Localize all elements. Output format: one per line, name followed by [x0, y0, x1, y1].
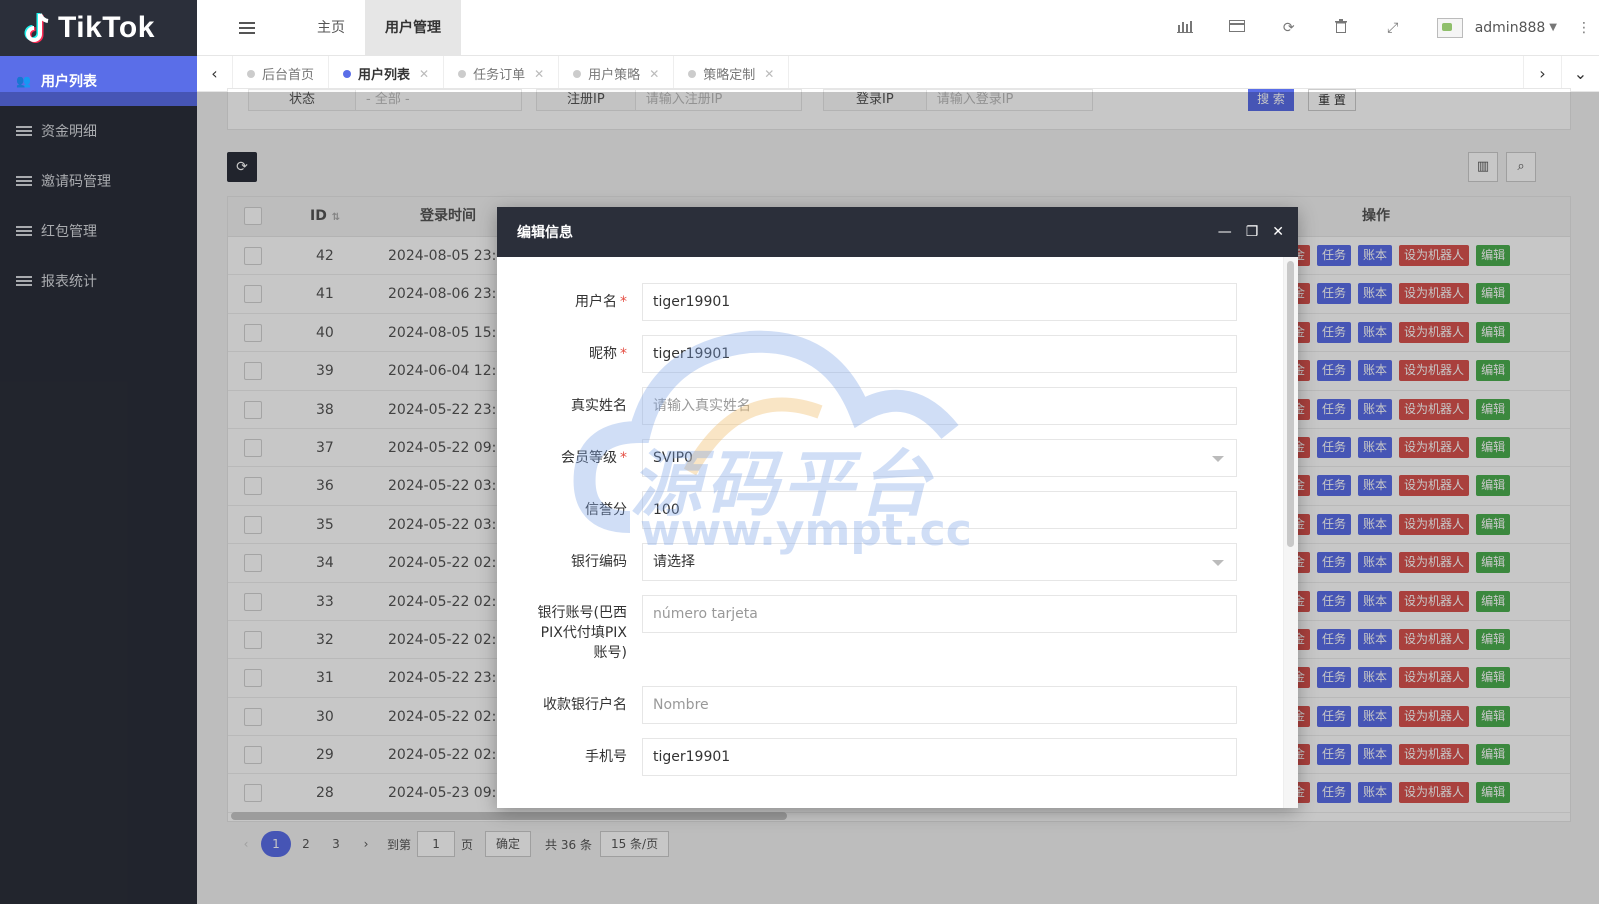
form-label: 手机号: [585, 749, 627, 765]
tab-dot-icon: [247, 69, 255, 78]
fullscreen-icon[interactable]: ⤢: [1367, 20, 1419, 36]
chevron-down-icon[interactable]: ▼: [1549, 22, 1557, 33]
form-label: 用户名 *: [575, 294, 627, 310]
form-label: 昵称 *: [589, 346, 627, 362]
minimize-icon[interactable]: —: [1218, 224, 1232, 240]
maximize-icon[interactable]: ❐: [1246, 224, 1259, 240]
tab-dot-icon: [573, 69, 582, 78]
page-tab[interactable]: 用户列表 ✕: [329, 55, 445, 92]
menu-toggle-button[interactable]: [197, 21, 297, 34]
tab-dot-icon: [458, 69, 467, 78]
tab-dot-icon: [688, 69, 697, 78]
username[interactable]: admin888: [1475, 20, 1546, 36]
page-tab-label: 用户列表: [358, 68, 411, 83]
header-tab-user-management[interactable]: 用户管理: [365, 0, 461, 56]
tabs-scroll-right-icon[interactable]: ›: [1523, 55, 1561, 92]
sidebar-item-label: 用户列表: [41, 74, 97, 90]
form-input[interactable]: tiger19901: [642, 283, 1237, 321]
logo-text: TikTok: [58, 11, 155, 44]
tiktok-logo-icon: [24, 13, 49, 43]
tab-close-icon[interactable]: ✕: [534, 67, 544, 81]
page-tab[interactable]: 策略定制 ✕: [674, 55, 790, 92]
page-tab[interactable]: 任务订单 ✕: [444, 55, 560, 92]
tabs-scroll-left-icon[interactable]: ‹: [197, 55, 233, 92]
form-input[interactable]: tiger19901: [642, 335, 1237, 373]
dialog-scrollbar[interactable]: [1287, 261, 1294, 547]
tab-close-icon[interactable]: ✕: [419, 67, 429, 81]
tab-close-icon[interactable]: ✕: [764, 67, 774, 81]
form-label: 银行账号(巴西PIX代付填PIX账号): [537, 605, 627, 661]
dialog-title: 编辑信息: [517, 225, 573, 241]
page-tab-label: 后台首页: [262, 68, 315, 83]
tab-dot-icon: [343, 69, 352, 78]
app-logo[interactable]: TikTok: [0, 0, 197, 56]
users-icon: 👥: [16, 74, 31, 88]
form-input[interactable]: número tarjeta: [642, 595, 1237, 633]
form-input[interactable]: tiger19901: [642, 738, 1237, 776]
form-label: 真实姓名: [571, 398, 627, 414]
page-tab[interactable]: 后台首页: [233, 55, 330, 92]
form-label: 银行编码: [571, 554, 627, 570]
form-label: 信誉分: [585, 502, 627, 518]
form-input[interactable]: 请输入真实姓名: [642, 387, 1237, 425]
page-tab-label: 任务订单: [473, 68, 526, 83]
refresh-icon[interactable]: ⟳: [1263, 20, 1315, 36]
dialog-scroll-track[interactable]: [1283, 257, 1298, 808]
chart-icon[interactable]: [1159, 19, 1211, 37]
page-tab-label: 策略定制: [703, 68, 756, 83]
tab-close-icon[interactable]: ✕: [649, 67, 659, 81]
tabs-menu-chevron-icon[interactable]: ⌄: [1561, 55, 1599, 92]
required-mark: *: [620, 346, 627, 362]
required-mark: *: [620, 450, 627, 466]
header-tab-home[interactable]: 主页: [297, 0, 365, 56]
avatar[interactable]: [1436, 17, 1463, 38]
select-caret-icon: [1212, 560, 1224, 566]
card-icon[interactable]: [1211, 19, 1263, 36]
top-header: 主页 用户管理 ⟳ ⤢ admin888 ▼ ⋮: [197, 0, 1599, 56]
form-label: 会员等级 *: [561, 450, 627, 466]
more-vertical-icon[interactable]: ⋮: [1577, 20, 1591, 36]
form-label: 收款银行户名: [543, 697, 627, 713]
required-mark: *: [620, 294, 627, 310]
watermark-url: www.ympt.cc: [640, 505, 972, 556]
close-icon[interactable]: ✕: [1272, 224, 1284, 240]
page-tabs-bar: ‹ 后台首页 用户列表 ✕ 任务订单 ✕ 用户策略 ✕ 策略定制 ✕ › ⌄: [197, 55, 1599, 92]
trash-icon[interactable]: [1315, 18, 1367, 37]
form-input[interactable]: Nombre: [642, 686, 1237, 724]
page-tab[interactable]: 用户策略 ✕: [559, 55, 675, 92]
hamburger-icon: [239, 21, 255, 34]
page-tab-label: 用户策略: [588, 68, 641, 83]
dialog-header: 编辑信息 — ❐ ✕: [497, 207, 1298, 257]
select-caret-icon: [1212, 456, 1224, 462]
